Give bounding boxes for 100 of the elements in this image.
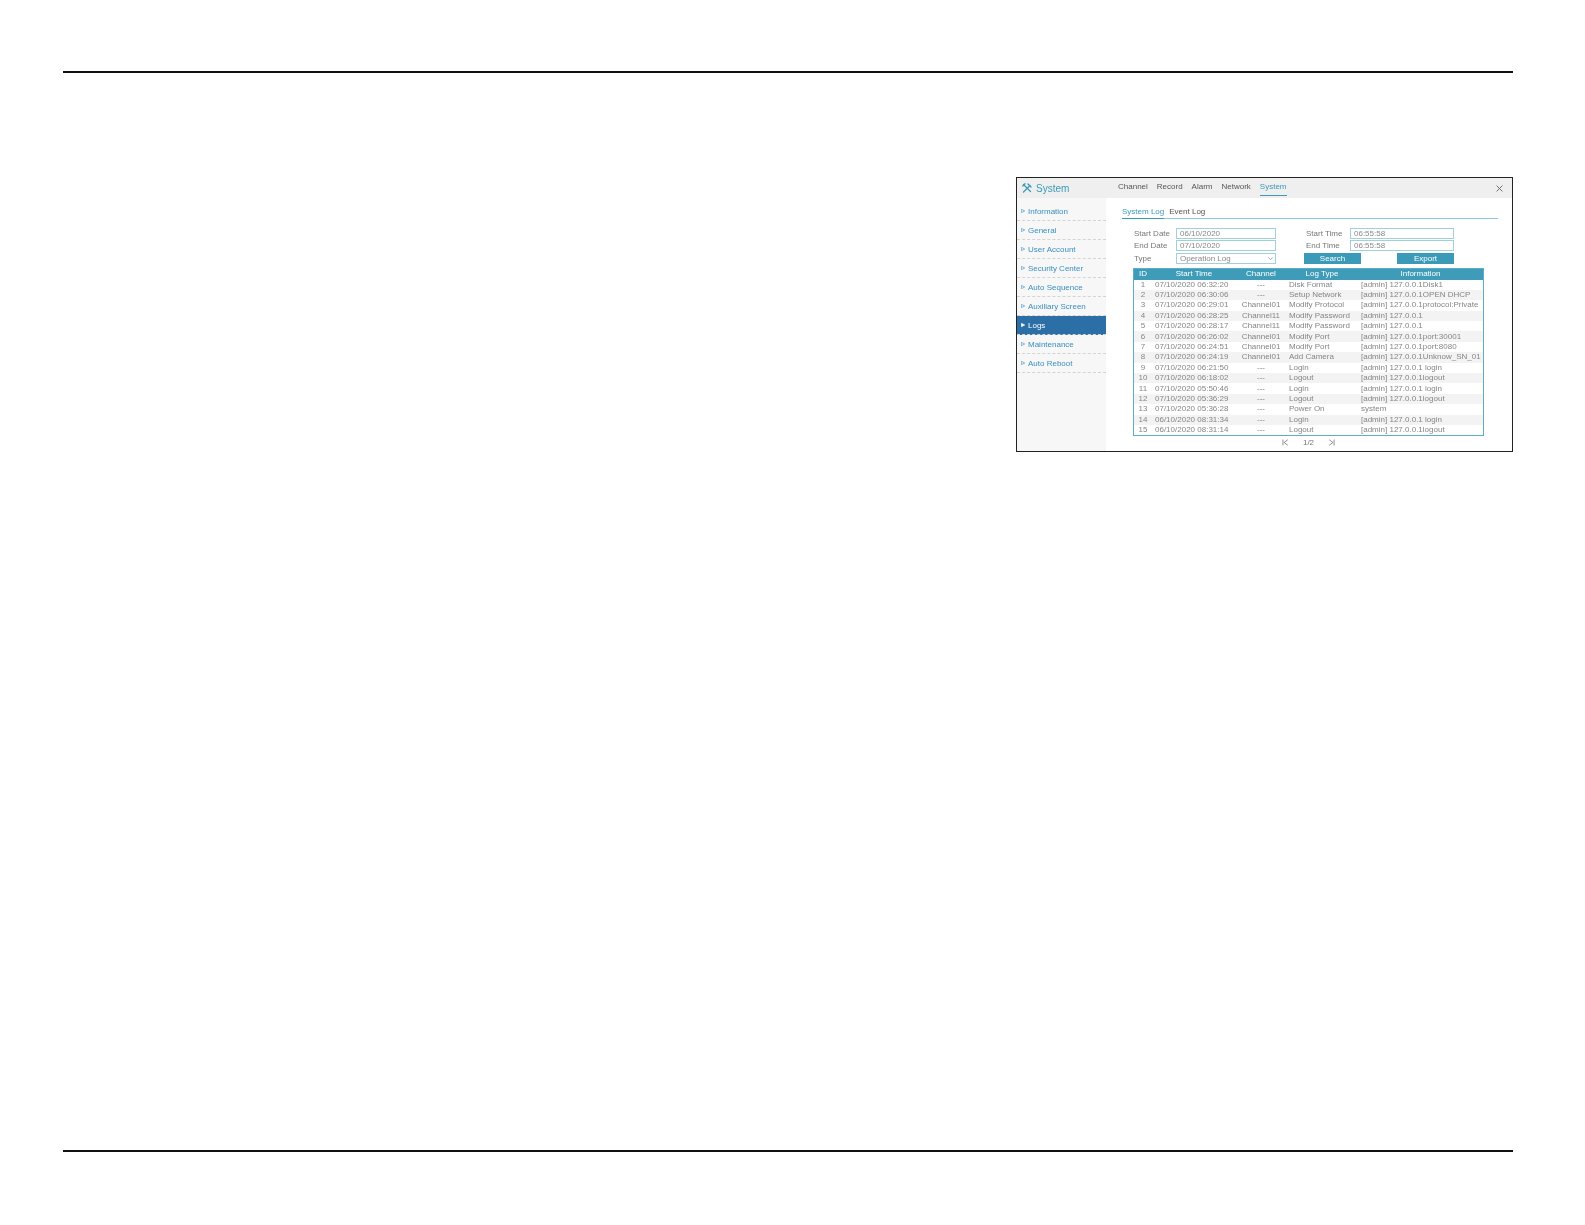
table-cell-text: [admin] 127.0.0.1 login — [1360, 383, 1443, 394]
log-tab[interactable]: Event Log — [1169, 204, 1206, 219]
nav-tab[interactable]: Alarm — [1191, 178, 1213, 196]
triangle-icon — [1021, 304, 1025, 308]
table-cell-text: 07/10/2020 06:24:51 — [1154, 342, 1230, 353]
table-cell-text: Modify Port — [1288, 331, 1331, 342]
nav-tab[interactable]: System — [1259, 178, 1287, 196]
export-button[interactable]: Export — [1397, 252, 1454, 264]
close-icon[interactable] — [1496, 184, 1503, 192]
field-label: End Date — [1134, 241, 1169, 251]
table-cell-text: 3 — [1139, 300, 1147, 311]
table-cell-text: Channel01 — [1240, 352, 1282, 363]
table-cell-text: Channel01 — [1240, 300, 1282, 311]
tools-icon — [1022, 183, 1032, 193]
nav-tab[interactable]: Channel — [1118, 178, 1148, 196]
table-cell-text: 1 — [1139, 279, 1147, 290]
table-cell-text: --- — [1256, 394, 1266, 404]
table-cell-text: Channel11 — [1240, 321, 1282, 332]
table-cell-text: Disk Format — [1288, 279, 1334, 290]
time-field[interactable]: 06:55:58 — [1350, 240, 1454, 252]
table-cell-text: Modify Protocol — [1288, 300, 1346, 311]
table-cell-text: 13 — [1137, 404, 1149, 415]
page-indicator: 1/2 — [1302, 438, 1315, 448]
sidebar-item[interactable]: Information — [1017, 202, 1106, 221]
sidebar-item[interactable]: General — [1017, 221, 1106, 240]
table-cell-text: [admin] 127.0.0.1 — [1360, 321, 1424, 332]
table-cell-text: 07/10/2020 05:36:28 — [1154, 404, 1230, 415]
date-field[interactable]: 06/10/2020 — [1176, 227, 1276, 239]
sidebar-item[interactable]: Auto Reboot — [1017, 354, 1106, 373]
field-label: Start Date — [1134, 228, 1171, 238]
time-field[interactable]: 06:55:58 — [1350, 227, 1454, 239]
field-label: Type — [1134, 253, 1153, 263]
table-cell-text: Channel01 — [1240, 342, 1282, 353]
triangle-icon — [1021, 247, 1025, 251]
type-select[interactable]: Operation Log — [1176, 252, 1276, 264]
table-cell-text: [admin] 127.0.0.1protocol:Private — [1360, 300, 1480, 311]
chevron-down-icon — [1268, 256, 1273, 260]
table-cell-text: Logout — [1288, 425, 1315, 436]
table-cell-text: 15 — [1137, 425, 1149, 436]
table-cell-text: 11 — [1137, 383, 1149, 394]
triangle-icon — [1021, 228, 1025, 232]
table-cell-text: 9 — [1139, 362, 1147, 373]
table-cell-text: 07/10/2020 06:32:20 — [1154, 279, 1230, 290]
first-page-icon[interactable] — [1281, 439, 1289, 447]
table-cell-text: 14 — [1137, 414, 1149, 425]
table-cell-text: [admin] 127.0.0.1 — [1360, 310, 1424, 321]
table-cell-text: [admin] 127.0.0.1 login — [1360, 362, 1443, 373]
sidebar-item[interactable]: Logs — [1017, 316, 1106, 335]
table-cell-text: [admin] 127.0.0.1Unknow_SN_01 — [1360, 352, 1482, 363]
table-cell-text: [admin] 127.0.0.1Disk1 — [1360, 279, 1444, 290]
table-cell-text: 06/10/2020 08:31:14 — [1154, 425, 1230, 436]
table-cell-text: 07/10/2020 05:36:29 — [1154, 394, 1230, 404]
table-cell-text: 07/10/2020 05:50:46 — [1154, 383, 1230, 394]
table-cell-text: Logout — [1288, 394, 1315, 404]
table-cell-text: 07/10/2020 06:29:01 — [1154, 300, 1230, 311]
sidebar-item[interactable]: Security Center — [1017, 259, 1106, 278]
column-header: Start Time — [1174, 269, 1214, 279]
table-cell-text: [admin] 127.0.0.1port:30001 — [1360, 331, 1463, 342]
table-cell-text: 07/10/2020 06:26:02 — [1154, 331, 1230, 342]
table-cell-text: --- — [1256, 383, 1266, 394]
triangle-icon — [1021, 285, 1025, 289]
table-cell-text: Channel11 — [1240, 310, 1282, 321]
table-cell-text: 6 — [1139, 331, 1147, 342]
table-cell-text: Setup Network — [1288, 290, 1343, 301]
table-cell-text: 06/10/2020 08:31:34 — [1154, 414, 1230, 425]
field-label: End Time — [1305, 241, 1341, 251]
last-page-icon[interactable] — [1328, 439, 1336, 447]
column-header: Information — [1399, 269, 1442, 279]
table-cell-text: 2 — [1139, 290, 1147, 301]
table-cell-text: 07/10/2020 06:28:25 — [1154, 310, 1230, 321]
table-cell-text: 07/10/2020 06:30:06 — [1154, 290, 1230, 301]
table-cell-text: system — [1360, 404, 1388, 415]
triangle-icon — [1021, 361, 1025, 365]
column-header: Channel — [1245, 269, 1277, 279]
triangle-icon — [1021, 342, 1025, 346]
table-cell-text: [admin] 127.0.0.1logout — [1360, 425, 1446, 436]
table-cell-text: 10 — [1137, 373, 1149, 384]
column-header: Log Type — [1304, 269, 1340, 279]
date-field[interactable]: 07/10/2020 — [1176, 240, 1276, 252]
table-cell-text: [admin] 127.0.0.1logout — [1360, 394, 1446, 404]
table-cell-text: Modify Password — [1288, 310, 1351, 321]
table-cell-text: 5 — [1139, 321, 1147, 332]
sidebar-item[interactable]: Auto Sequence — [1017, 278, 1106, 297]
table-cell-text: 4 — [1139, 310, 1147, 321]
search-button[interactable]: Search — [1304, 252, 1361, 264]
triangle-icon — [1021, 209, 1025, 213]
table-cell-text: Channel01 — [1240, 331, 1282, 342]
table-cell-text: [admin] 127.0.0.1port:8080 — [1360, 342, 1458, 353]
log-tab[interactable]: System Log — [1122, 204, 1165, 219]
table-cell-text: [admin] 127.0.0.1logout — [1360, 373, 1446, 384]
table-cell-text: [admin] 127.0.0.1OPEN DHCP — [1360, 290, 1472, 301]
sidebar-item[interactable]: Maintenance — [1017, 335, 1106, 354]
table-cell-text: Login — [1288, 414, 1310, 425]
table-cell-text: 7 — [1139, 342, 1147, 353]
nav-tab[interactable]: Record — [1156, 178, 1183, 196]
field-label: Start Time — [1305, 228, 1344, 238]
sidebar-item[interactable]: User Account — [1017, 240, 1106, 259]
nav-tab[interactable]: Network — [1221, 178, 1251, 196]
table-cell-text: 07/10/2020 06:24:19 — [1154, 352, 1230, 363]
table-cell-text: --- — [1256, 279, 1266, 290]
